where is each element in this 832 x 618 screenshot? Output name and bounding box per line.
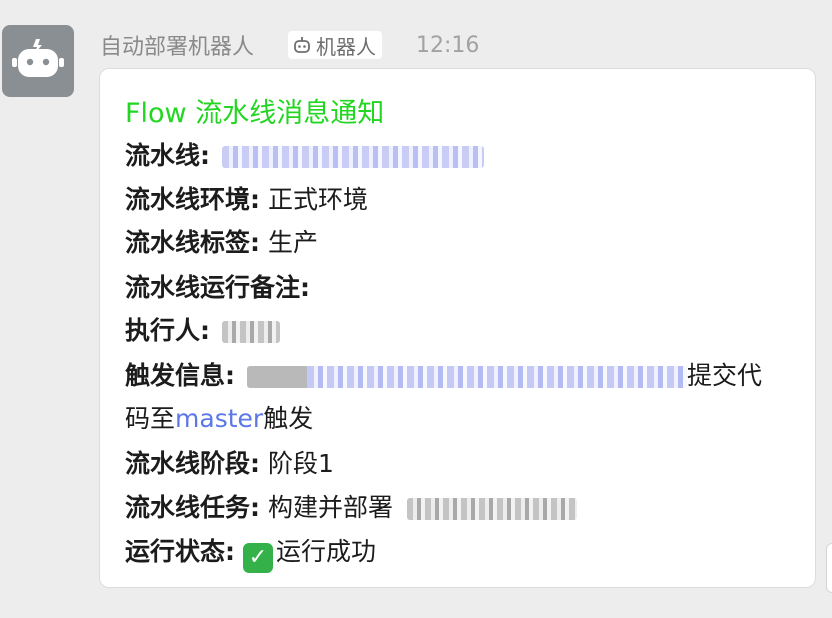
trigger-prefix: 码至	[125, 404, 176, 433]
check-mark-icon: ✓	[242, 543, 273, 573]
bot-tag-label: 机器人	[316, 34, 377, 59]
row-environment: 流水线环境: 正式环境	[125, 183, 368, 217]
robot-icon	[294, 37, 310, 53]
row-label: 流水线环境:	[125, 185, 260, 214]
row-pipeline: 流水线:	[125, 139, 484, 173]
message-card[interactable]: Flow 流水线消息通知 流水线: 流水线环境: 正式环境 流水线标签: 生产 …	[99, 68, 816, 588]
row-value: 构建并部署	[260, 493, 393, 522]
row-label: 流水线:	[125, 141, 210, 170]
next-card-edge	[826, 543, 832, 593]
trigger-text: 提交代	[686, 361, 762, 390]
row-label: 触发信息:	[125, 361, 235, 390]
row-value: 生产	[260, 228, 318, 257]
status-value: 运行成功	[275, 537, 376, 566]
trigger-suffix: 触发	[263, 404, 314, 433]
row-label: 运行状态:	[125, 537, 235, 566]
row-trigger: 触发信息: 提交代	[125, 359, 762, 393]
row-label: 执行人:	[125, 316, 210, 345]
sender-name[interactable]: 自动部署机器人	[100, 29, 254, 61]
master-branch-link[interactable]: master	[175, 404, 263, 433]
row-trigger-line2: 码至master触发	[125, 402, 313, 436]
row-value: 正式环境	[260, 185, 368, 214]
row-value: 阶段1	[260, 449, 334, 478]
message-time: 12:16	[416, 32, 480, 58]
bot-avatar[interactable]	[2, 25, 74, 97]
redacted-pipeline-name[interactable]	[221, 146, 484, 168]
redacted-executor	[221, 321, 280, 343]
bot-tag: 机器人	[288, 31, 383, 59]
robot-icon	[12, 39, 64, 77]
row-label: 流水线任务:	[125, 493, 260, 522]
row-label: 流水线标签:	[125, 228, 260, 257]
row-label: 流水线阶段:	[125, 449, 260, 478]
redacted-trigger-info[interactable]	[246, 366, 687, 388]
row-tag: 流水线标签: 生产	[125, 226, 318, 260]
redacted-task-name	[406, 498, 577, 520]
card-title: Flow 流水线消息通知	[125, 98, 385, 129]
row-label: 流水线运行备注:	[125, 273, 310, 302]
row-status: 运行状态: ✓ 运行成功	[125, 535, 376, 573]
message-header: 自动部署机器人 机器人 12:16	[100, 30, 479, 60]
row-task: 流水线任务: 构建并部署	[125, 491, 577, 525]
row-remark: 流水线运行备注:	[125, 271, 310, 305]
row-stage: 流水线阶段: 阶段1	[125, 447, 334, 481]
row-executor: 执行人:	[125, 314, 280, 348]
